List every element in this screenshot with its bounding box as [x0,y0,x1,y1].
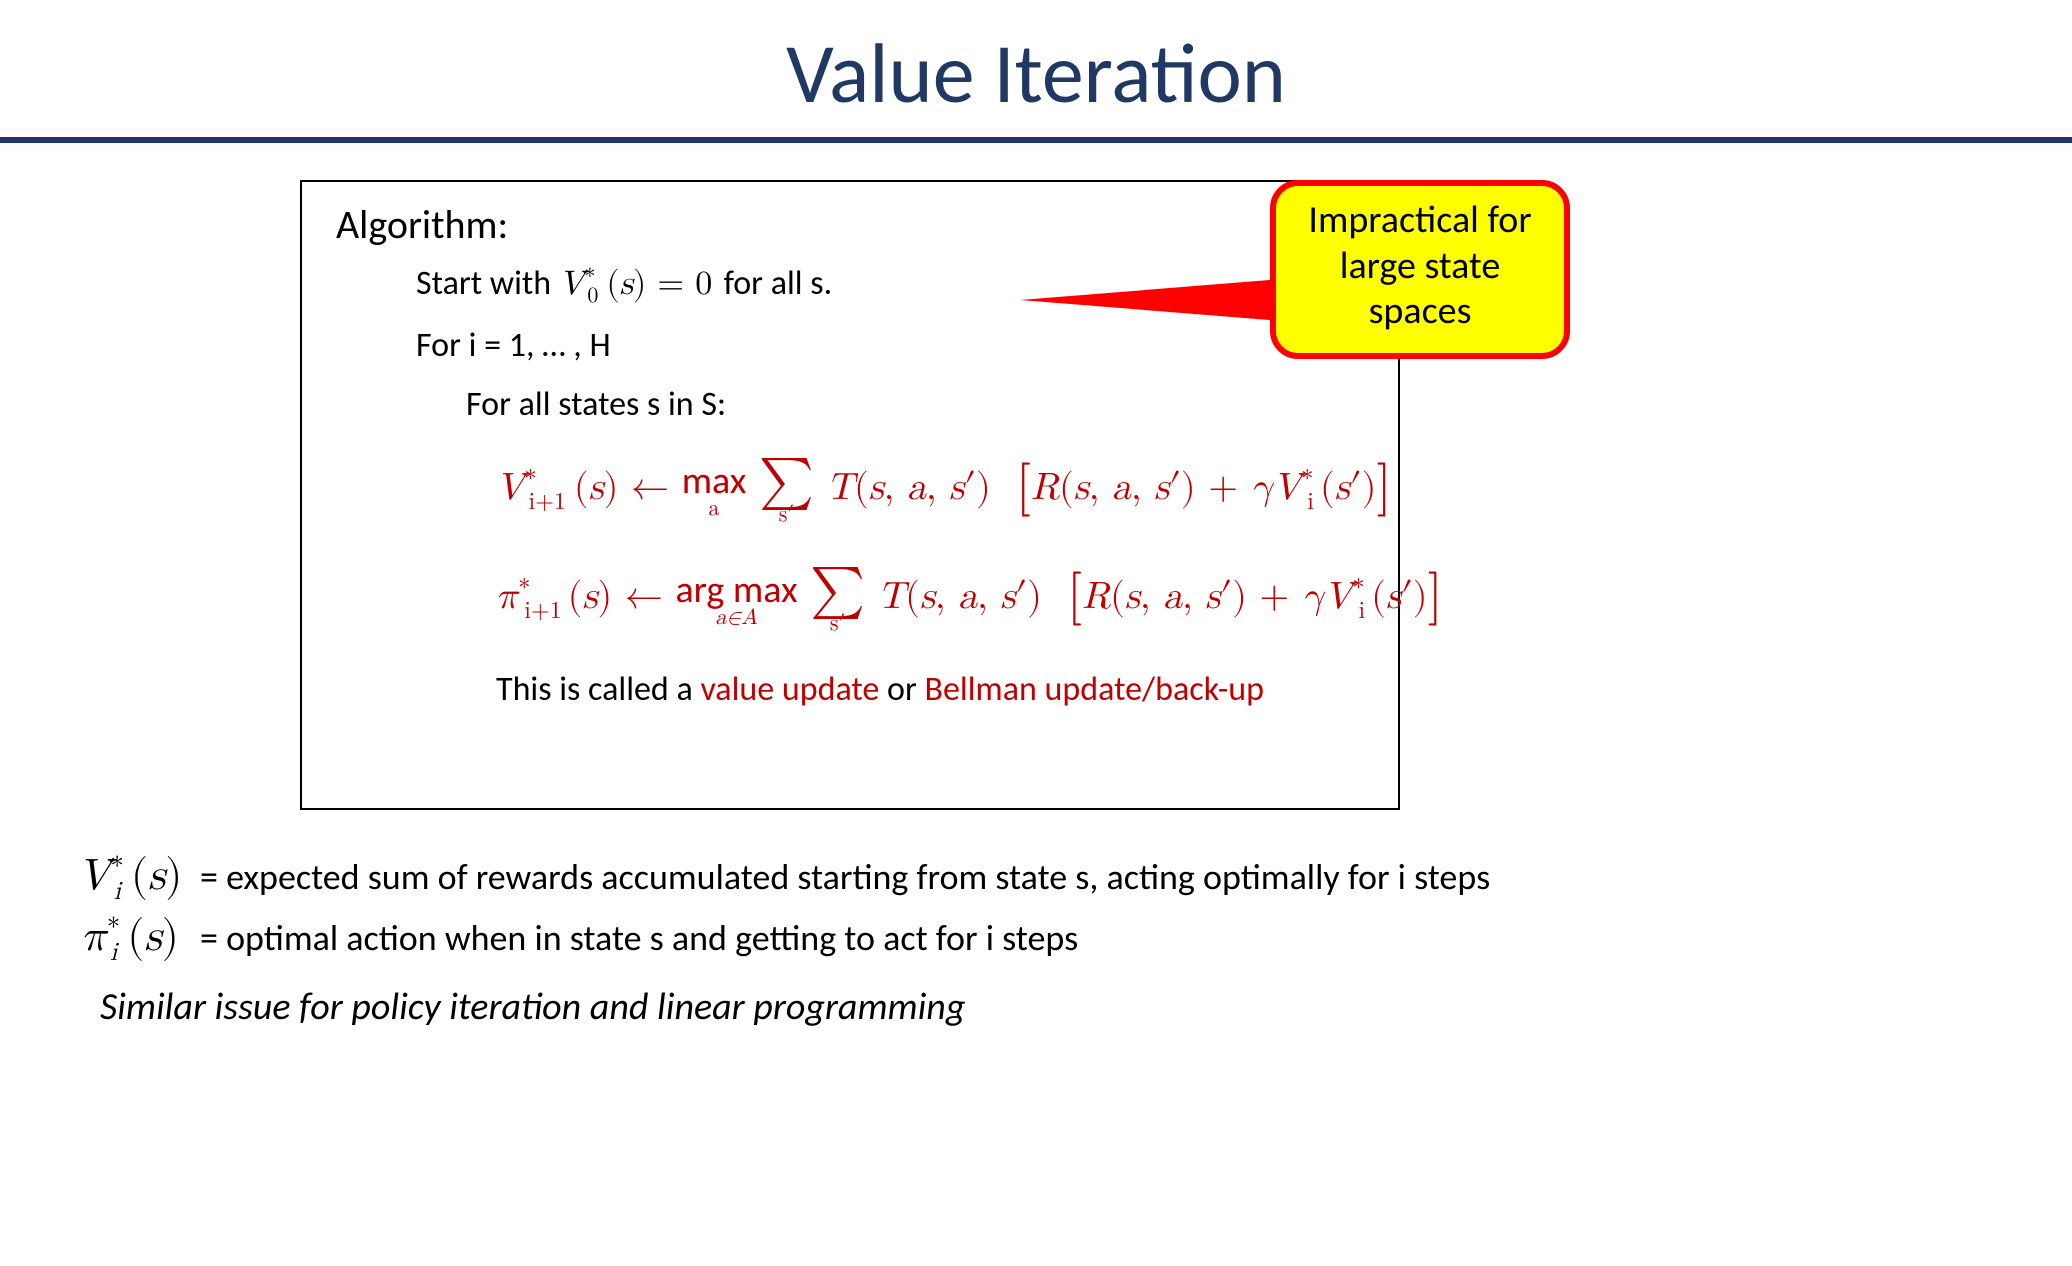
start-suffix: for all s. [724,263,833,304]
definitions: V*i(s) = expected sum of rewards accumul… [70,850,1490,1030]
arrow-1: ← [631,469,682,507]
callout-line1: Impractical for [1302,198,1538,244]
slide: Value Iteration Algorithm: Start with V*… [0,0,2072,1266]
def-v-symbol: V*i(s) [70,850,190,903]
footer-note: Similar issue for policy iteration and l… [100,984,1490,1030]
slide-title: Value Iteration [0,0,2072,137]
note-prefix: This is called a [496,669,700,710]
note-mid: or [879,669,924,710]
callout-box: Impractical for large state spaces [1270,180,1570,359]
algo-note: This is called a value update or Bellman… [496,669,1364,710]
sum-op-1: ∑ s′ [759,456,814,526]
callout: Impractical for large state spaces [1030,180,1540,359]
note-red2: Bellman update/back-up [925,669,1265,710]
def-pi-text: = optimal action when in state s and get… [200,916,1078,960]
max-op: max a [682,462,747,520]
max-label: max [682,462,747,500]
policy-update-equation: π*i+1(s) ← arg max a∈A ∑ s′ T(s, a, s′) … [496,560,1364,635]
sum-op-2: ∑ s′ [810,565,865,635]
arrow-2: ← [625,578,676,616]
algo-inner-loop: For all states s in S: [466,384,1364,425]
value-update-equation: V*i+1(s) ← max a ∑ s′ T(s, a, s′) [R(s, … [496,451,1364,526]
start-prefix: Start with [416,263,559,304]
sum-symbol-2: ∑ [810,565,865,617]
argmax-op: arg max a∈A [675,571,797,629]
sum-symbol: ∑ [759,456,814,508]
title-underline [0,137,2072,143]
def-v-row: V*i(s) = expected sum of rewards accumul… [70,850,1490,903]
def-v-text: = expected sum of rewards accumulated st… [200,855,1490,899]
start-math: V*0(s) = 0 [559,267,724,301]
def-pi-row: π*i(s) = optimal action when in state s … [70,911,1490,964]
def-pi-symbol: π*i(s) [70,911,190,964]
callout-line2: large state spaces [1302,244,1538,335]
note-red1: value update [700,669,879,710]
argmax-label: arg max [675,571,797,609]
